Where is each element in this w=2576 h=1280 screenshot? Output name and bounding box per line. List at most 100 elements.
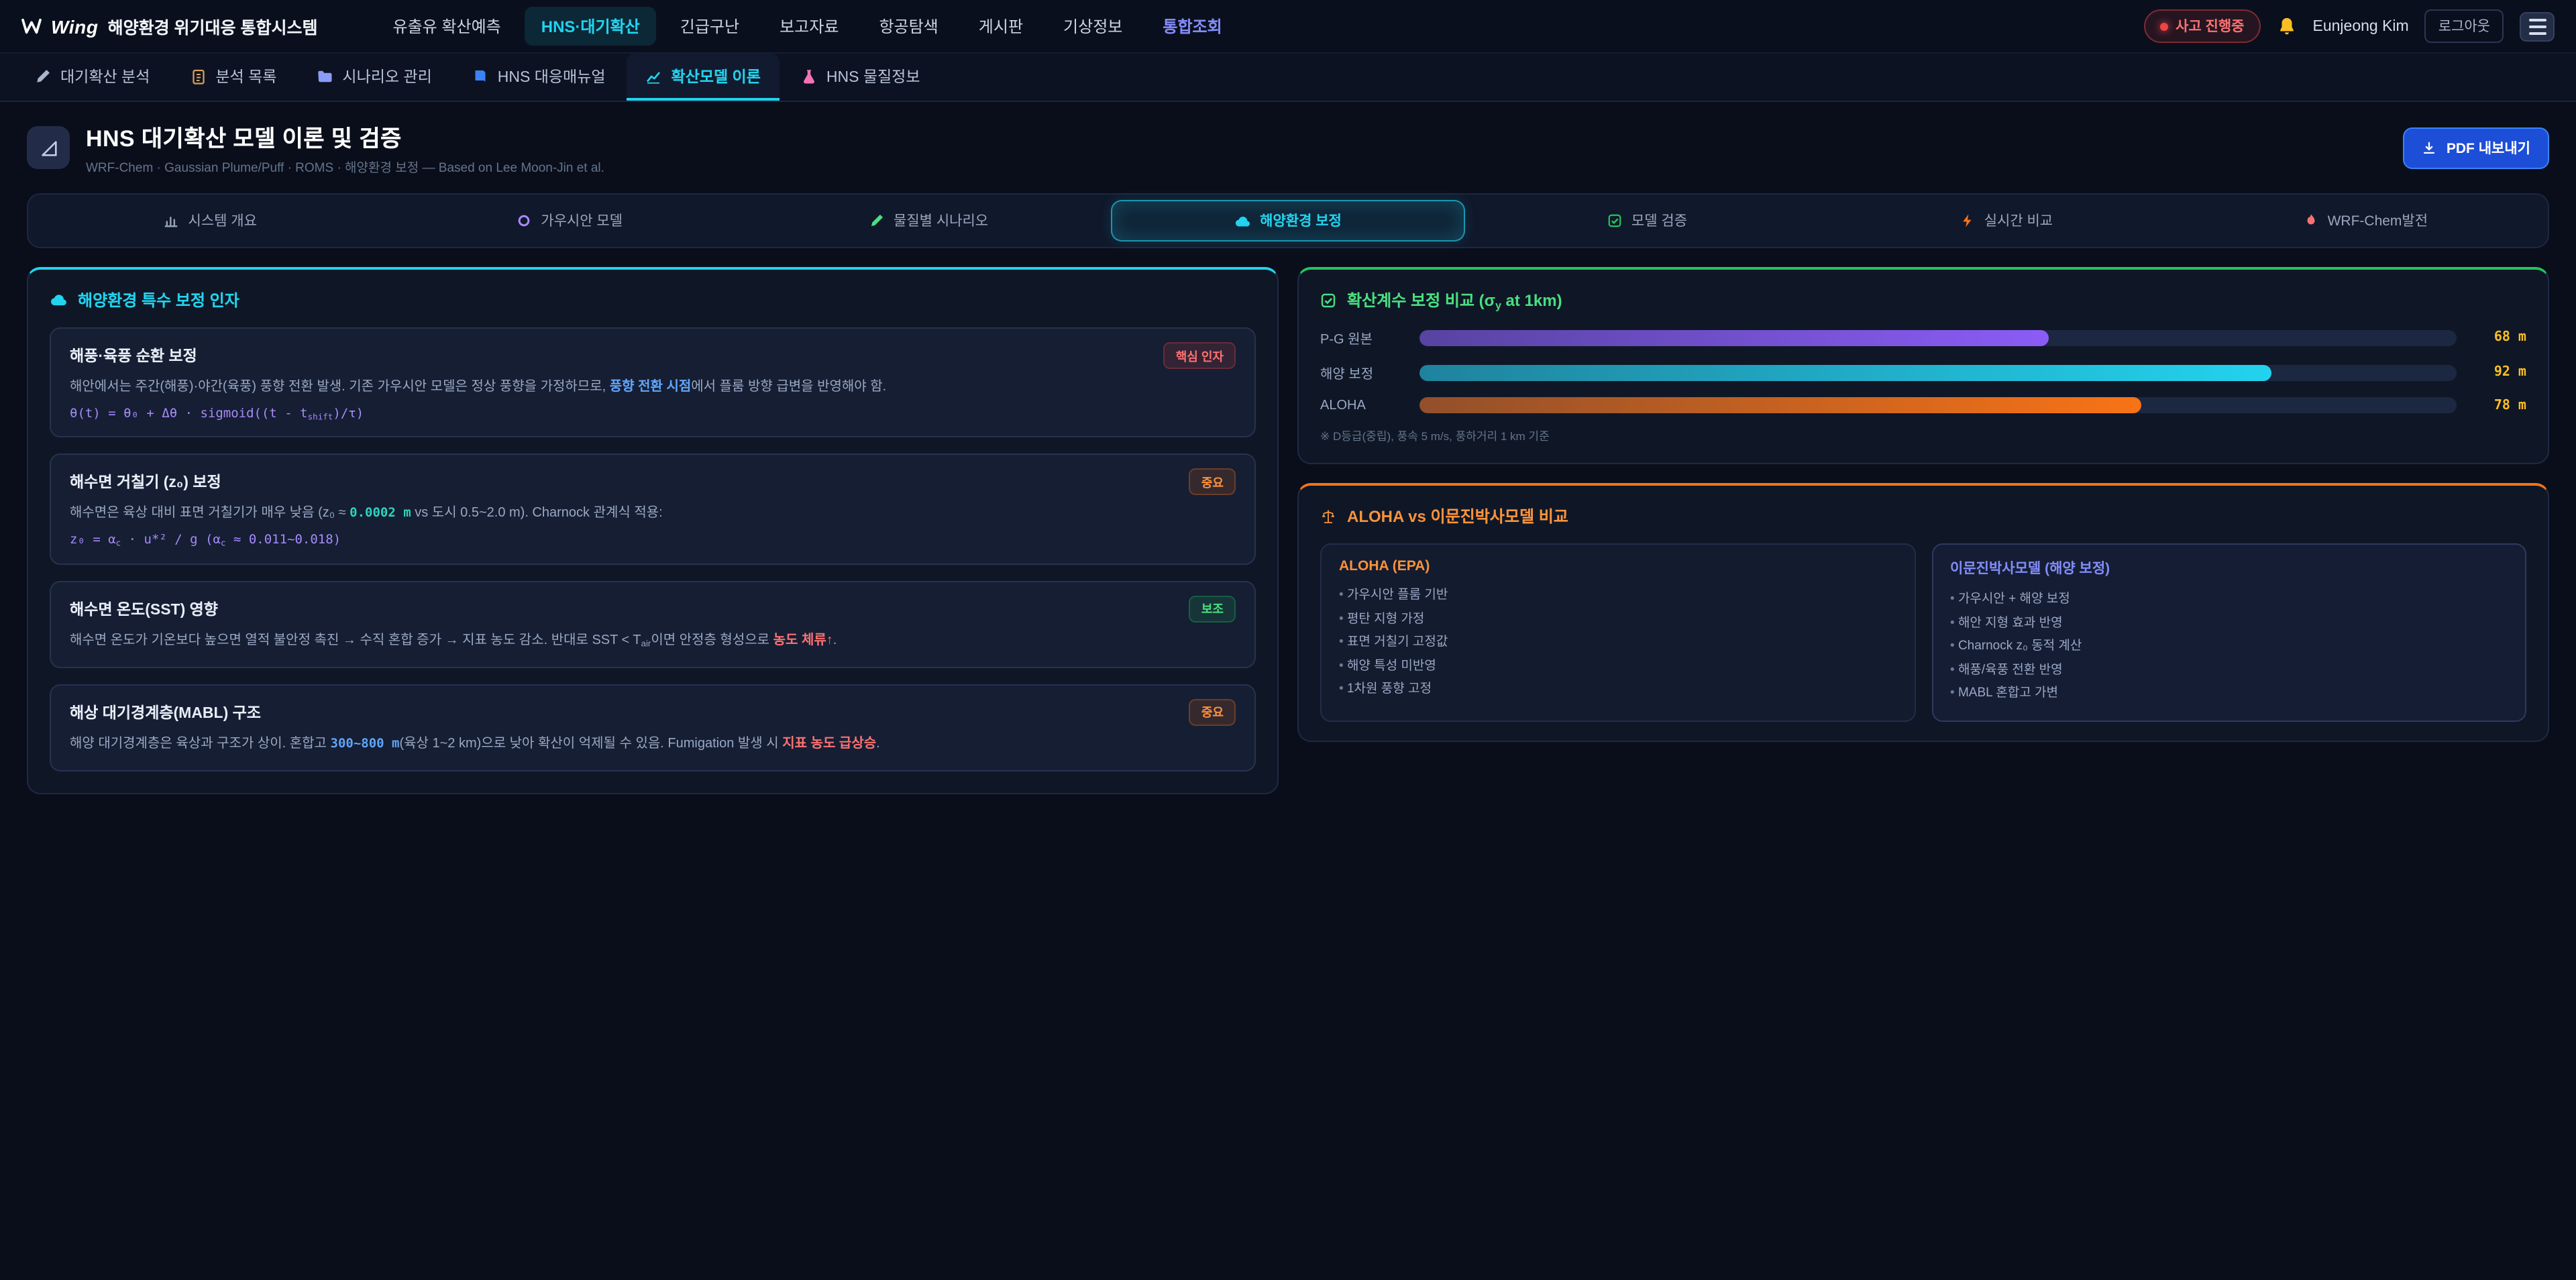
nav-item-aerial-search[interactable]: 항공탐색 (863, 7, 954, 46)
bell-icon[interactable] (2277, 16, 2297, 36)
check-square-icon (1320, 292, 1336, 308)
bar-fill (1419, 397, 2141, 413)
tab-label: 모델 검증 (1631, 211, 1687, 231)
main-menu: 유출유 확산예측 HNS·대기확산 긴급구난 보고자료 항공탐색 게시판 기상정… (377, 7, 1238, 46)
list-item: 표면 거칠기 고정값 (1339, 631, 1896, 655)
nav-item-board[interactable]: 게시판 (963, 7, 1039, 46)
user-name: Eunjeong Kim (2313, 18, 2409, 34)
brand-logo-text: Wing (51, 15, 99, 37)
nav-item-reports[interactable]: 보고자료 (763, 7, 855, 46)
tab-label: 물질별 시나리오 (894, 211, 988, 231)
aloha-feature-list: 가우시안 플룸 기반 평탄 지형 가정 표면 거칠기 고정값 해양 특성 미반영… (1339, 584, 1896, 702)
tab-realtime-comparison[interactable]: 실시간 비교 (1829, 200, 2183, 242)
chart-footnote: ※ D등급(중립), 풍속 5 m/s, 풍하거리 1 km 기준 (1320, 428, 2526, 444)
factor-title: 해수면 온도(SST) 영향 (70, 598, 218, 619)
nav-item-hns-atmospheric[interactable]: HNS·대기확산 (525, 7, 656, 46)
bar-track (1419, 364, 2457, 380)
lee-feature-list: 가우시안 + 해양 보정 해안 지형 효과 반영 Charnock z₀ 동적 … (1950, 588, 2508, 706)
bar-row-aloha: ALOHA 78 m (1320, 397, 2526, 413)
download-icon (2422, 140, 2437, 155)
incident-dot-icon (2159, 22, 2167, 30)
incident-label: 사고 진행중 (2176, 16, 2244, 36)
sigma-comparison-chart-card: 확산계수 보정 비교 (σy at 1km) P-G 원본 68 m 해양 보정… (1297, 267, 2549, 464)
check-square-icon (1607, 213, 1622, 228)
pdf-export-label: PDF 내보내기 (2447, 138, 2530, 158)
nav-right: 사고 진행중 Eunjeong Kim 로그아웃 (2143, 9, 2555, 43)
nav-item-emergency-rescue[interactable]: 긴급구난 (664, 7, 755, 46)
bar-row-marine-corrected: 해양 보정 92 m (1320, 362, 2526, 382)
panel-title: 해양환경 특수 보정 인자 (78, 288, 239, 311)
pencil-icon (35, 68, 51, 84)
cloud-icon (50, 291, 67, 309)
logout-button[interactable]: 로그아웃 (2425, 9, 2504, 43)
bar-label: ALOHA (1320, 398, 1406, 413)
subnav-scenario-management[interactable]: 시나리오 관리 (298, 54, 450, 101)
lightning-icon (1960, 213, 1975, 228)
subnav-hns-substance-info[interactable]: HNS 물질정보 (782, 54, 939, 101)
tab-label: WRF-Chem발전 (2328, 211, 2428, 231)
marine-correction-panel: 해양환경 특수 보정 인자 해풍·육풍 순환 보정 핵심 인자 해안에서는 주간… (27, 267, 1279, 794)
list-item: 가우시안 플룸 기반 (1339, 584, 1896, 607)
factor-sea-land-breeze: 해풍·육풍 순환 보정 핵심 인자 해안에서는 주간(해풍)·야간(육풍) 풍향… (50, 327, 1256, 438)
page-header: HNS 대기확산 모델 이론 및 검증 WRF-Chem · Gaussian … (0, 102, 2576, 191)
main-content: 해양환경 특수 보정 인자 해풍·육풍 순환 보정 핵심 인자 해안에서는 주간… (0, 248, 2576, 794)
nav-item-weather[interactable]: 기상정보 (1047, 7, 1138, 46)
tab-substance-scenario[interactable]: 물질별 시나리오 (752, 200, 1106, 242)
subnav-atmospheric-analysis[interactable]: 대기확산 분석 (16, 54, 168, 101)
section-tabs: 시스템 개요 가우시안 모델 물질별 시나리오 해양환경 보정 모델 검증 (27, 193, 2549, 248)
subnav-label: HNS 대응매뉴얼 (498, 65, 606, 87)
balance-scale-icon (1320, 508, 1336, 524)
factor-body: 해양 대기경계층은 육상과 구조가 상이. 혼합고 300~800 m(육상 1… (70, 734, 1236, 755)
subnav-hns-manual[interactable]: HNS 대응매뉴얼 (453, 54, 625, 101)
list-item: 가우시안 + 해양 보정 (1950, 588, 2508, 611)
chart-title-row: 확산계수 보정 비교 (σy at 1km) (1320, 288, 2526, 311)
comparison-grid: ALOHA (EPA) 가우시안 플룸 기반 평탄 지형 가정 표면 거칠기 고… (1320, 543, 2526, 722)
rocket-icon (2304, 213, 2318, 228)
tab-gaussian-model[interactable]: 가우시안 모델 (392, 200, 746, 242)
folder-icon (317, 68, 333, 84)
incident-status-badge[interactable]: 사고 진행중 (2143, 9, 2260, 43)
flask-icon (801, 68, 817, 84)
pdf-export-button[interactable]: PDF 내보내기 (2404, 127, 2549, 168)
factor-badge: 핵심 인자 (1164, 342, 1236, 369)
nav-item-oil-diffusion[interactable]: 유출유 확산예측 (377, 7, 517, 46)
list-item: MABL 혼합고 가변 (1950, 682, 2508, 706)
pencil-icon (869, 213, 884, 228)
factor-body: 해수면 온도가 기온보다 높으면 열적 불안정 촉진 → 수직 혼합 증가 → … (70, 630, 1236, 651)
chart-line-icon (646, 68, 662, 84)
list-item: 해양 특성 미반영 (1339, 655, 1896, 678)
sub-nav: 대기확산 분석 분석 목록 시나리오 관리 HNS 대응매뉴얼 확산모델 이론 (0, 54, 2576, 102)
subnav-diffusion-model-theory[interactable]: 확산모델 이론 (627, 54, 780, 101)
right-column: 확산계수 보정 비교 (σy at 1km) P-G 원본 68 m 해양 보정… (1297, 267, 2549, 742)
clipboard-icon (190, 68, 206, 84)
brand-name: 해양환경 위기대응 통합시스템 (108, 13, 318, 39)
tab-wrf-chem[interactable]: WRF-Chem발전 (2189, 200, 2542, 242)
ring-icon (517, 213, 531, 228)
list-item: 해안 지형 효과 반영 (1950, 612, 2508, 635)
page-title: HNS 대기확산 모델 이론 및 검증 (86, 119, 604, 153)
bar-value: 68 m (2470, 330, 2526, 345)
tab-label: 시스템 개요 (189, 211, 257, 231)
bar-track (1419, 329, 2457, 345)
tab-system-overview[interactable]: 시스템 개요 (34, 200, 387, 242)
panel-title-row: 해양환경 특수 보정 인자 (50, 288, 1256, 311)
subnav-label: 시나리오 관리 (342, 65, 431, 87)
bar-label: 해양 보정 (1320, 362, 1406, 382)
nav-item-integrated-search[interactable]: 통합조회 (1146, 7, 1238, 46)
tab-label: 가우시안 모델 (541, 211, 623, 231)
factor-formula: z₀ = αc · u*² / g (αc ≈ 0.011~0.018) (70, 533, 1236, 549)
set-square-icon (27, 126, 70, 169)
tab-model-validation[interactable]: 모델 검증 (1470, 200, 1824, 242)
tab-marine-correction[interactable]: 해양환경 보정 (1111, 200, 1464, 242)
book-icon (472, 68, 488, 84)
list-item: Charnock z₀ 동적 계산 (1950, 635, 2508, 659)
bar-fill (1419, 329, 2049, 345)
wing-logo-icon (21, 17, 42, 35)
subnav-analysis-list[interactable]: 분석 목록 (171, 54, 295, 101)
factor-title: 해상 대기경계층(MABL) 구조 (70, 702, 261, 723)
factor-mabl-structure: 해상 대기경계층(MABL) 구조 중요 해양 대기경계층은 육상과 구조가 상… (50, 684, 1256, 771)
factor-title: 해수면 거칠기 (z₀) 보정 (70, 472, 221, 493)
subnav-label: 대기확산 분석 (60, 65, 150, 87)
page-subtitle: WRF-Chem · Gaussian Plume/Puff · ROMS · … (86, 157, 604, 176)
hamburger-menu-icon[interactable] (2520, 11, 2555, 41)
